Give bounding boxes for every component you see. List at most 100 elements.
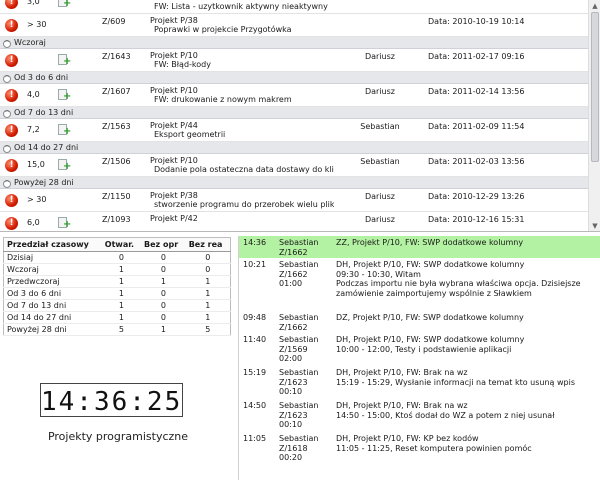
log-time: 09:48 bbox=[243, 313, 267, 322]
summary-count: 0 bbox=[141, 299, 186, 312]
log-meta: Sebastian Z/1618 00:20 bbox=[279, 434, 318, 463]
log-body: DH, Projekt P/10, FW: SWP dodatkowe kolu… bbox=[336, 260, 598, 298]
task-list-scrollbar[interactable]: ▲ ▼ bbox=[588, 0, 600, 231]
collapse-icon[interactable]: ^ bbox=[3, 75, 11, 83]
log-time: 11:05 bbox=[243, 434, 267, 443]
log-meta: Sebastian Z/1662 01:00 bbox=[279, 260, 318, 289]
scroll-down-icon[interactable]: ▼ bbox=[590, 221, 600, 231]
log-duration: 00:10 bbox=[279, 420, 303, 429]
summary-count: 1 bbox=[141, 323, 186, 336]
collapse-icon[interactable]: ^ bbox=[3, 145, 11, 153]
add-note-icon[interactable]: + bbox=[58, 124, 72, 137]
add-note-icon[interactable]: + bbox=[58, 89, 71, 102]
task-code: Z/1563 bbox=[102, 122, 131, 131]
task-row[interactable]: ! 4,0 + Z/1607 Projekt P/10 FW: drukowanie z … bbox=[0, 84, 588, 107]
summary-count: 1 bbox=[101, 263, 142, 276]
task-description: Eksport geometrii bbox=[154, 130, 226, 139]
summary-header-period: Przedział czasowy bbox=[3, 237, 102, 252]
group-header[interactable]: ^ Od 7 do 13 dni bbox=[0, 107, 588, 119]
log-person: Sebastian bbox=[279, 238, 319, 247]
log-duration: 01:00 bbox=[279, 279, 303, 288]
log-code: Z/1623 bbox=[279, 410, 308, 420]
summary-header-row: Przedział czasowy Otwar. Bez opr Bez rea bbox=[3, 237, 231, 252]
task-list-content: ! 3,0 + FW: Lista - uzytkownik aktywny niea… bbox=[0, 0, 588, 231]
task-project: Projekt P/38 bbox=[150, 191, 198, 200]
task-row[interactable]: ! > 30 Z/1150 Projekt P/38 stworzenie progra… bbox=[0, 189, 588, 212]
task-person: Dariusz bbox=[364, 215, 395, 224]
group-header[interactable]: ^ Od 3 do 6 dni bbox=[0, 72, 588, 84]
log-person: Sebastian bbox=[279, 313, 319, 322]
task-list[interactable]: ! 3,0 + FW: Lista - uzytkownik aktywny niea… bbox=[0, 0, 600, 232]
scrollbar-thumb[interactable] bbox=[591, 12, 599, 162]
task-code: Z/609 bbox=[102, 17, 126, 26]
task-project: Projekt P/10 bbox=[150, 156, 198, 165]
summary-count: 5 bbox=[185, 323, 231, 336]
summary-count: 0 bbox=[141, 287, 186, 300]
task-project: Projekt P/38 bbox=[150, 16, 198, 25]
log-person: Sebastian bbox=[279, 434, 319, 443]
task-date: Data: 2010-12-29 13:26 bbox=[428, 192, 525, 201]
priority-icon: ! bbox=[5, 124, 18, 137]
summary-row: Wczoraj 1 0 0 bbox=[3, 263, 231, 276]
log-entry[interactable]: 11:40 Sebastian Z/1569 02:00 DH, Projekt P/1… bbox=[239, 333, 600, 366]
log-time: 15:19 bbox=[243, 368, 267, 377]
task-date: Data: 2011-02-14 13:56 bbox=[428, 87, 525, 96]
log-line: 11:05 - 11:25, Reset komputera powinien … bbox=[336, 443, 532, 453]
log-meta: Sebastian Z/1662 bbox=[279, 238, 318, 257]
add-note-icon[interactable]: + bbox=[58, 159, 71, 172]
summary-row: Przedwczoraj 1 1 1 bbox=[3, 275, 231, 288]
task-code: Z/1643 bbox=[102, 52, 131, 61]
priority-value: 15,0 bbox=[27, 160, 45, 169]
group-header[interactable]: ^ Powyżej 28 dni bbox=[0, 177, 588, 189]
log-line: DH, Projekt P/10, FW: Brak na wz bbox=[336, 401, 468, 410]
priority-icon: ! bbox=[5, 54, 18, 67]
task-row[interactable]: ! 3,0 + FW: Lista - uzytkownik aktywny niea… bbox=[0, 0, 588, 14]
summary-row: Od 7 do 13 dni 1 0 1 bbox=[3, 299, 231, 312]
log-entry[interactable]: 14:36 Sebastian Z/1662 ZZ, Projekt P/10, FW… bbox=[239, 236, 600, 258]
activity-log[interactable]: 14:36 Sebastian Z/1662 ZZ, Projekt P/10, FW… bbox=[238, 236, 600, 480]
task-person: Sebastian bbox=[360, 122, 400, 131]
task-description: stworzenie programu do przerobek wielu p… bbox=[154, 200, 334, 209]
digital-clock: 14:36:25 bbox=[40, 383, 183, 417]
task-row[interactable]: ! 6,0 + Z/1093 Projekt P/42 Dariusz Data: 2010… bbox=[0, 212, 588, 231]
collapse-icon[interactable]: ^ bbox=[3, 180, 11, 188]
task-row[interactable]: ! + Z/1643 Projekt P/10 FW: Błąd-kody Dariusz… bbox=[0, 49, 588, 72]
log-meta: Sebastian Z/1623 00:10 bbox=[279, 368, 318, 397]
summary-count: 1 bbox=[101, 275, 142, 288]
add-note-icon[interactable]: + bbox=[58, 54, 71, 67]
task-code: Z/1150 bbox=[102, 192, 131, 201]
task-row[interactable]: ! 7,2 + Z/1563 Projekt P/44 Eksport geometrii… bbox=[0, 119, 588, 142]
summary-period: Od 14 do 27 dni bbox=[3, 311, 102, 324]
task-description: Dodanie pola ostateczna data dostawy do … bbox=[154, 165, 334, 174]
log-person: Sebastian bbox=[279, 260, 319, 269]
summary-count: 0 bbox=[185, 251, 231, 264]
log-line: DH, Projekt P/10, FW: Brak na wz bbox=[336, 368, 468, 377]
collapse-icon[interactable]: ^ bbox=[3, 40, 11, 48]
task-row[interactable]: ! 15,0 + Z/1506 Projekt P/10 Dodanie pola ost… bbox=[0, 154, 588, 177]
summary-table: Przedział czasowy Otwar. Bez opr Bez rea… bbox=[3, 237, 231, 336]
group-header-label: Od 3 do 6 dni bbox=[14, 73, 69, 82]
priority-value: > 30 bbox=[27, 195, 47, 204]
collapse-icon[interactable]: ^ bbox=[3, 110, 11, 118]
log-time: 11:40 bbox=[243, 335, 267, 344]
log-meta: Sebastian Z/1662 bbox=[279, 313, 318, 332]
task-row[interactable]: ! > 30 Z/609 Projekt P/38 Poprawki w projekc… bbox=[0, 14, 588, 37]
group-header[interactable]: ^ Od 14 do 27 dni bbox=[0, 142, 588, 154]
clock-time: 14:36:25 bbox=[41, 387, 183, 417]
log-entry[interactable]: 10:21 Sebastian Z/1662 01:00 DH, Projekt P/1… bbox=[239, 258, 600, 311]
task-description: Poprawki w projekcie Przygotówka bbox=[154, 25, 292, 34]
summary-count: 1 bbox=[141, 275, 186, 288]
plus-icon: + bbox=[63, 126, 72, 137]
summary-count: 1 bbox=[185, 311, 231, 324]
log-entry[interactable]: 15:19 Sebastian Z/1623 00:10 DH, Projekt P/1… bbox=[239, 366, 600, 399]
log-entry[interactable]: 11:05 Sebastian Z/1618 00:20 DH, Projekt P/1… bbox=[239, 432, 600, 472]
add-note-icon[interactable]: + bbox=[58, 217, 71, 230]
group-header[interactable]: ^ Wczoraj bbox=[0, 37, 588, 49]
add-note-icon[interactable]: + bbox=[58, 0, 71, 9]
log-entry[interactable]: 14:50 Sebastian Z/1623 00:10 DH, Projekt P/1… bbox=[239, 399, 600, 432]
log-entry[interactable]: 09:48 Sebastian Z/1662 DZ, Projekt P/10, FW… bbox=[239, 311, 600, 333]
summary-count: 1 bbox=[101, 299, 142, 312]
scroll-up-icon[interactable]: ▲ bbox=[590, 1, 600, 11]
summary-count: 0 bbox=[185, 263, 231, 276]
task-project: Projekt P/10 bbox=[150, 86, 198, 95]
